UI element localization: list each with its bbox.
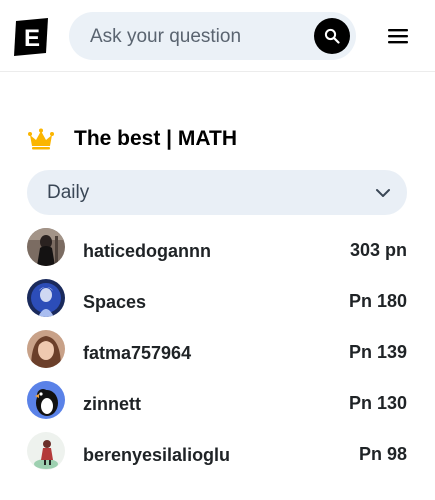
brainly-logo-icon[interactable]: E [13, 18, 51, 56]
logo-letter: E [24, 25, 40, 52]
app-header: E Ask your question [0, 0, 435, 72]
user-points: Pn 139 [348, 342, 407, 362]
avatar[interactable] [27, 432, 65, 470]
ranking-list: haticedogannn 303 pn Spaces Pn 180 fatma… [27, 228, 407, 483]
user-points: Pn 130 [348, 393, 407, 413]
ranking-row[interactable]: zinnett Pn 130 [27, 381, 407, 432]
avatar[interactable] [27, 381, 65, 419]
page-title: The best | MATH [74, 127, 237, 150]
period-select-value: Daily [47, 182, 90, 203]
period-select[interactable]: Daily [27, 170, 407, 215]
hamburger-menu-icon[interactable] [384, 24, 412, 48]
user-name[interactable]: zinnett [83, 394, 141, 415]
user-points: Pn 98 [358, 444, 407, 464]
crown-icon [28, 128, 54, 150]
ranking-row[interactable]: fatma757964 Pn 139 [27, 330, 407, 381]
user-name[interactable]: fatma757964 [83, 343, 191, 364]
user-points: 303 pn [349, 240, 407, 260]
avatar[interactable] [27, 228, 65, 266]
user-points: Pn 180 [348, 291, 407, 311]
ranking-row[interactable]: Spaces Pn 180 [27, 279, 407, 330]
user-name[interactable]: Spaces [83, 292, 146, 313]
ranking-row[interactable]: berenyesilalioglu Pn 98 [27, 432, 407, 483]
user-name[interactable]: berenyesilalioglu [83, 445, 230, 466]
search-bar[interactable]: Ask your question [69, 12, 356, 60]
search-button[interactable] [314, 18, 350, 54]
avatar[interactable] [27, 279, 65, 317]
avatar[interactable] [27, 330, 65, 368]
ranking-header: The best | MATH [28, 124, 237, 154]
user-name[interactable]: haticedogannn [83, 241, 211, 262]
search-input[interactable]: Ask your question [90, 26, 241, 48]
chevron-down-icon [376, 189, 390, 197]
search-icon [324, 28, 340, 44]
ranking-row[interactable]: haticedogannn 303 pn [27, 228, 407, 279]
